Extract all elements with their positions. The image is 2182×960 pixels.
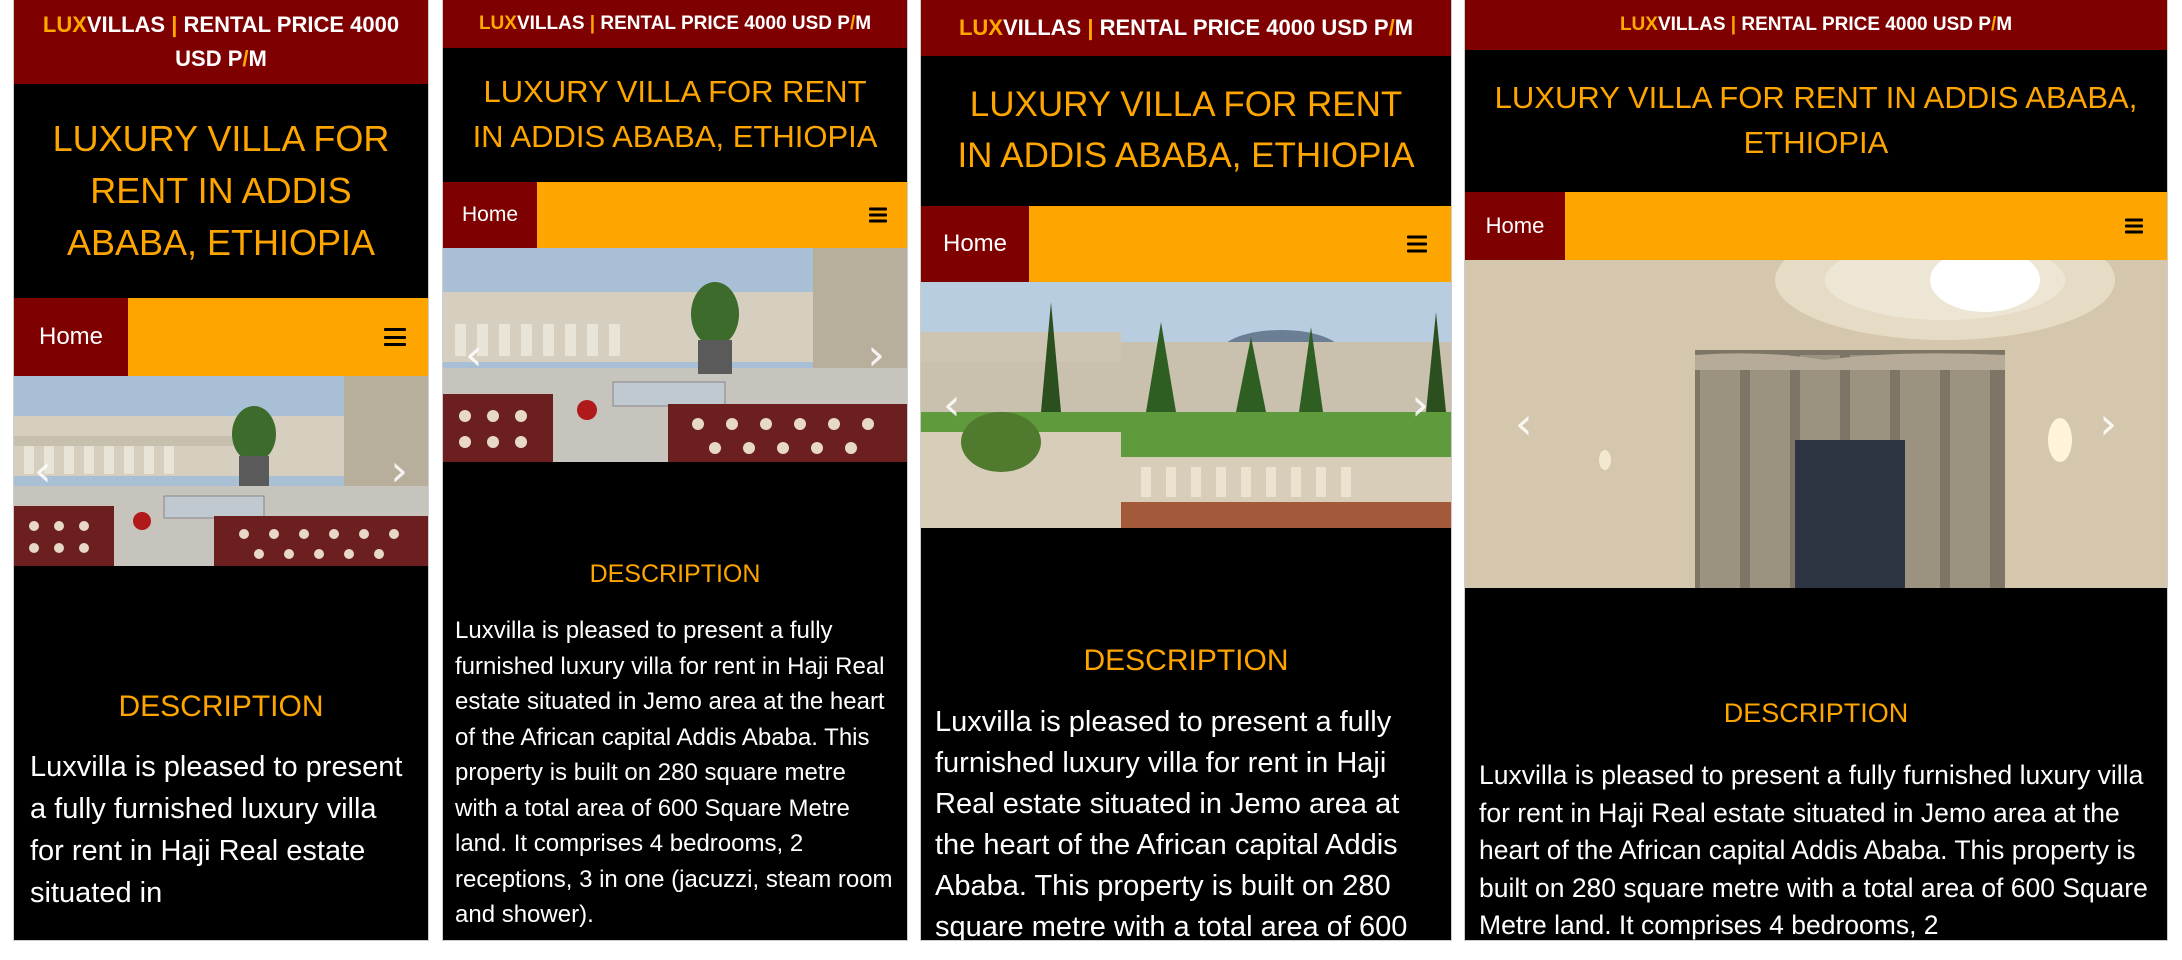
top-bar: LUXVILLAS | RENTAL PRICE 4000 USD P/M — [1465, 0, 2167, 50]
price-suffix: M — [1394, 15, 1414, 40]
price-suffix: M — [1996, 14, 2013, 35]
chevron-right-icon[interactable]: › — [390, 446, 408, 497]
description-heading: DESCRIPTION — [118, 690, 324, 723]
top-bar: LUXVILLAS | RENTAL PRICE 4000 USD P/M — [921, 0, 1451, 56]
nav-home-link[interactable]: Home — [921, 206, 1029, 282]
brand-separator: | — [589, 13, 596, 34]
chevron-left-icon[interactable]: ‹ — [943, 380, 961, 431]
top-bar-text: LUXVILLAS | RENTAL PRICE 4000 USD P/M — [24, 8, 418, 76]
brand-villas: VILLAS — [86, 12, 166, 37]
nav-home-link[interactable]: Home — [443, 182, 537, 248]
villa-interior-photo — [1465, 260, 2167, 588]
hamburger-menu-icon[interactable] — [869, 207, 887, 223]
page-title: LUXURY VILLA FOR RENT IN ADDIS ABABA, ET… — [957, 85, 1415, 175]
chevron-right-icon[interactable]: › — [867, 330, 885, 381]
nav-home-link[interactable]: Home — [14, 298, 128, 376]
top-bar: LUXVILLAS | RENTAL PRICE 4000 USD P/M — [443, 0, 907, 48]
brand-lux: LUX — [478, 13, 517, 34]
brand-separator: | — [1730, 14, 1737, 35]
brand-villas: VILLAS — [1002, 15, 1082, 40]
top-bar-text: LUXVILLAS | RENTAL PRICE 4000 USD P/M — [959, 15, 1413, 41]
rental-price: RENTAL PRICE 4000 USD P — [175, 12, 400, 71]
main-navbar: Home — [14, 298, 428, 376]
description-text: Luxvilla is pleased to present a fully f… — [30, 751, 403, 909]
carousel-slide: ‹ › — [921, 282, 1451, 528]
top-bar: LUXVILLAS | RENTAL PRICE 4000 USD P/M — [14, 0, 428, 84]
carousel-slide: ‹ › — [443, 248, 907, 462]
brand-separator: | — [1087, 15, 1094, 40]
top-bar-text: LUXVILLAS | RENTAL PRICE 4000 USD P/M — [1620, 14, 2012, 36]
main-navbar: Home — [1465, 192, 2167, 260]
price-suffix: M — [248, 46, 267, 71]
page-title: LUXURY VILLA FOR RENT IN ADDIS ABABA, ET… — [1494, 80, 2138, 160]
brand-lux: LUX — [958, 15, 1003, 40]
mobile-preview-small: LUXVILLAS | RENTAL PRICE 4000 USD P/M LU… — [14, 0, 428, 940]
description-text: Luxvilla is pleased to present a fully f… — [935, 706, 1408, 940]
nav-home-link[interactable]: Home — [1465, 192, 1565, 260]
hamburger-menu-icon[interactable] — [384, 328, 406, 346]
villa-terrace-photo — [443, 248, 907, 462]
villa-garden-photo — [921, 282, 1451, 528]
carousel-slide: ‹ › — [14, 376, 428, 566]
brand-lux: LUX — [42, 12, 87, 37]
mobile-preview-large: LUXVILLAS | RENTAL PRICE 4000 USD P/M LU… — [921, 0, 1451, 940]
description-text: Luxvilla is pleased to present a fully f… — [455, 617, 893, 928]
hamburger-menu-icon[interactable] — [1407, 235, 1427, 253]
main-navbar: Home — [921, 206, 1451, 282]
villa-terrace-photo — [14, 376, 428, 566]
mobile-preview-medium: LUXVILLAS | RENTAL PRICE 4000 USD P/M LU… — [443, 0, 907, 940]
page-title: LUXURY VILLA FOR RENT IN ADDIS ABABA, ET… — [52, 117, 390, 264]
chevron-left-icon[interactable]: ‹ — [1515, 399, 1533, 450]
price-suffix: M — [855, 13, 872, 34]
tablet-preview: LUXVILLAS | RENTAL PRICE 4000 USD P/M LU… — [1465, 0, 2167, 940]
description-text: Luxvilla is pleased to present a fully f… — [1479, 760, 2148, 940]
rental-price: RENTAL PRICE 4000 USD P — [600, 13, 850, 34]
chevron-left-icon[interactable]: ‹ — [465, 330, 483, 381]
description-heading: DESCRIPTION — [589, 560, 761, 588]
chevron-left-icon[interactable]: ‹ — [34, 446, 52, 497]
chevron-right-icon[interactable]: › — [1411, 380, 1429, 431]
rental-price: RENTAL PRICE 4000 USD P — [1741, 14, 1991, 35]
hamburger-menu-icon[interactable] — [2125, 218, 2143, 234]
page-title: LUXURY VILLA FOR RENT IN ADDIS ABABA, ET… — [472, 74, 878, 154]
chevron-right-icon[interactable]: › — [2099, 399, 2117, 450]
top-bar-text: LUXVILLAS | RENTAL PRICE 4000 USD P/M — [479, 13, 871, 35]
carousel-slide: ‹ › — [1465, 260, 2167, 588]
brand-separator: | — [171, 12, 178, 37]
brand-lux: LUX — [1619, 14, 1658, 35]
description-heading: DESCRIPTION — [1723, 698, 1909, 728]
brand-villas: VILLAS — [1657, 14, 1726, 35]
description-heading: DESCRIPTION — [1083, 644, 1289, 677]
main-navbar: Home — [443, 182, 907, 248]
rental-price: RENTAL PRICE 4000 USD P — [1099, 15, 1389, 40]
brand-villas: VILLAS — [516, 13, 585, 34]
